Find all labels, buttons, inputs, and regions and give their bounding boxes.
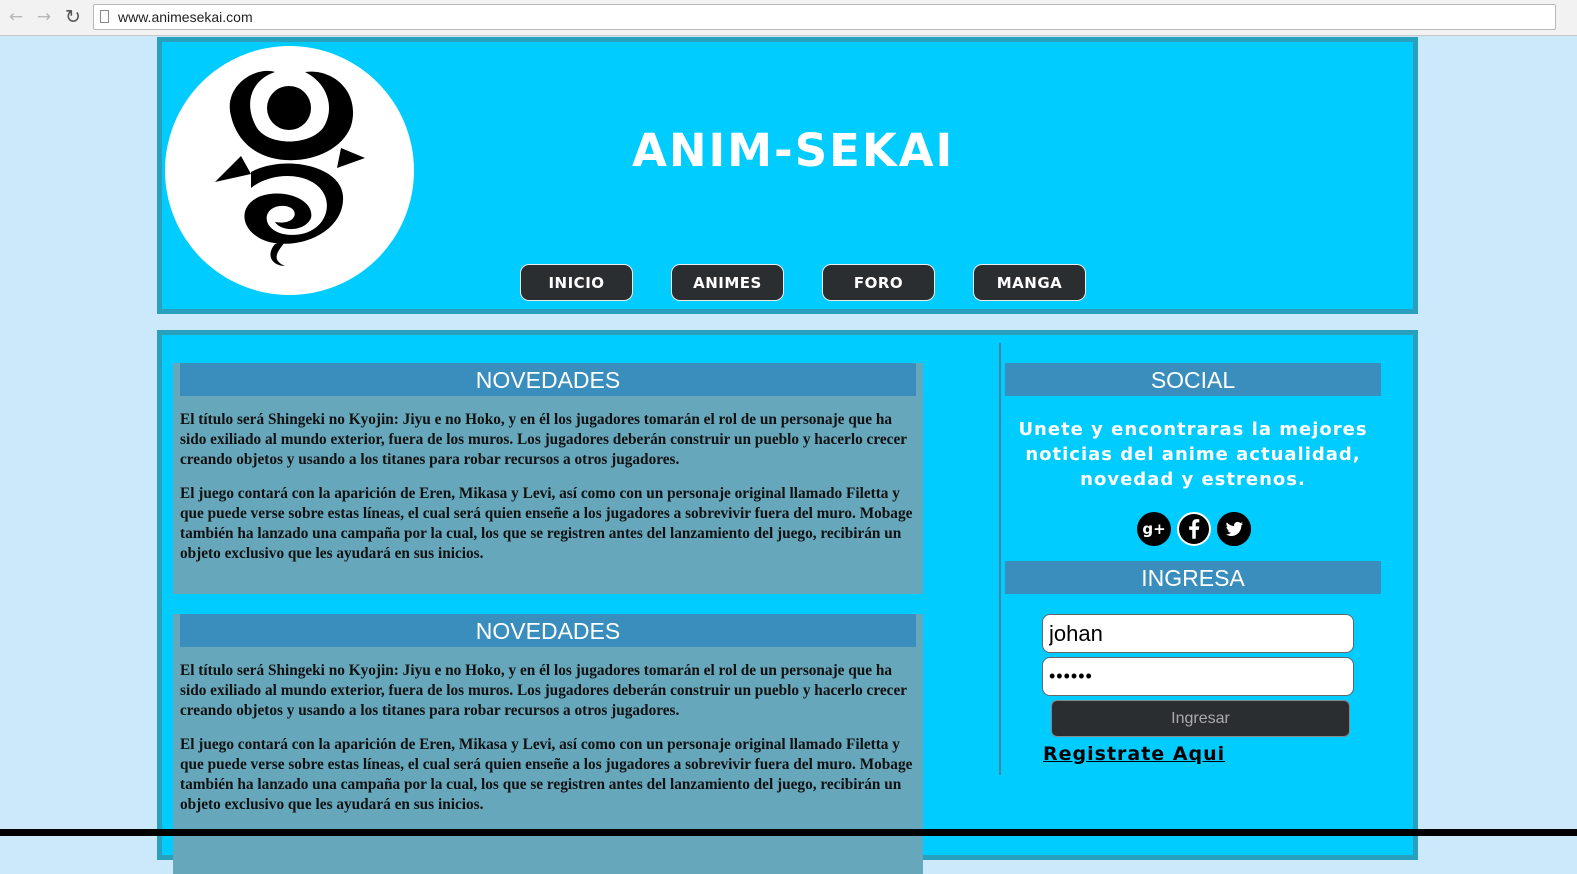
google-plus-icon[interactable]: g+: [1137, 512, 1171, 546]
login-button[interactable]: Ingresar: [1051, 700, 1350, 737]
page-bottom-border: [0, 829, 1577, 836]
forward-icon[interactable]: →: [33, 6, 55, 28]
main-content: NOVEDADES El título será Shingeki no Kyo…: [157, 330, 1418, 874]
username-field[interactable]: [1042, 614, 1354, 653]
password-field[interactable]: ••••••: [1042, 657, 1354, 696]
site-title: ANIM-SEKAI: [632, 124, 955, 177]
article-paragraph: El juego contará con la aparición de Ere…: [180, 485, 913, 562]
address-bar[interactable]: www.animesekai.com: [93, 4, 1556, 30]
back-icon[interactable]: ←: [5, 6, 27, 28]
article-paragraph: El juego contará con la aparición de Ere…: [180, 736, 913, 813]
register-link[interactable]: Registrate Aqui: [1043, 743, 1225, 765]
reload-icon[interactable]: ↻: [62, 6, 84, 28]
nav-foro-button[interactable]: FORO: [822, 264, 935, 301]
site-logo[interactable]: [165, 46, 414, 295]
twitter-icon[interactable]: [1217, 512, 1251, 546]
sidebar-divider: [999, 343, 1001, 775]
login-heading: INGRESA: [1005, 561, 1381, 594]
page-icon: [100, 10, 109, 23]
nav-manga-button[interactable]: MANGA: [973, 264, 1086, 301]
news-article: NOVEDADES El título será Shingeki no Kyo…: [173, 363, 923, 594]
browser-toolbar: ← → ↻ www.animesekai.com: [0, 0, 1577, 36]
site-header: ANIM-SEKAI INICIO ANIMES FORO MANGA: [157, 37, 1418, 314]
article-paragraph: El título será Shingeki no Kyojin: Jiyu …: [180, 411, 907, 468]
social-text: Unete y encontraras la mejores noticias …: [1018, 419, 1368, 490]
article-heading: NOVEDADES: [180, 363, 916, 396]
social-heading: SOCIAL: [1005, 363, 1381, 396]
logo-glyph-icon: [215, 70, 365, 266]
facebook-icon[interactable]: [1177, 512, 1211, 546]
facebook-glyph-icon: [1179, 514, 1209, 544]
article-heading: NOVEDADES: [180, 614, 916, 647]
nav-animes-button[interactable]: ANIMES: [671, 264, 784, 301]
article-paragraph: El título será Shingeki no Kyojin: Jiyu …: [180, 662, 907, 719]
twitter-glyph-icon: [1217, 512, 1251, 546]
url-text[interactable]: www.animesekai.com: [118, 9, 253, 25]
nav-inicio-button[interactable]: INICIO: [520, 264, 633, 301]
